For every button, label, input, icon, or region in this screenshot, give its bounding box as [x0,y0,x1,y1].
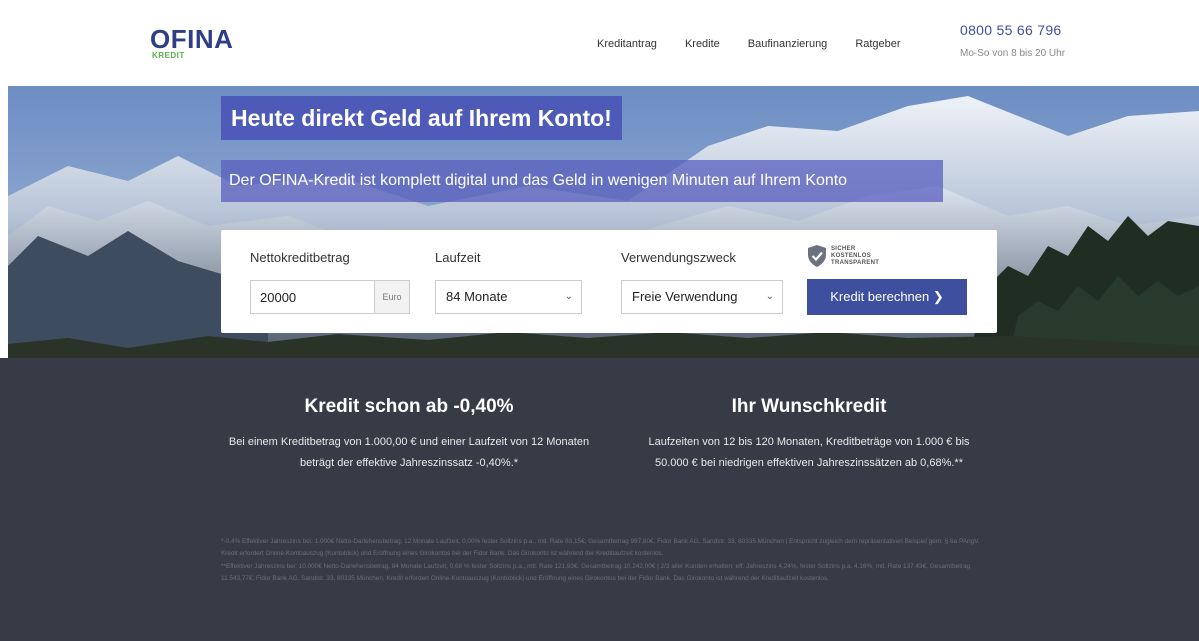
amount-input[interactable] [251,281,375,313]
logo-wordmark: OFINA [150,24,234,54]
shield-check-icon [808,245,826,267]
hero-headline: Heute direkt Geld auf Ihrem Konto! [221,96,622,140]
chevron-down-icon: ⌄ [564,291,573,302]
amount-label: Nettokreditbetrag [250,250,350,265]
logo[interactable]: OFINA KREDIT [150,26,233,60]
trust-badge-text: SICHER KOSTENLOS TRANSPARENT [831,246,879,267]
info-left-text: Bei einem Kreditbetrag von 1.000,00 € un… [228,436,590,469]
site-header: OFINA KREDIT Kreditantrag Kredite Baufin… [0,0,1199,86]
purpose-label: Verwendungszweck [621,250,736,265]
nav-item-baufinanzierung[interactable]: Baufinanzierung [748,38,828,50]
legal-fineprint: *-0,4% Effektiver Jahreszins bei: 1.000€… [221,536,997,586]
trust-badge: SICHER KOSTENLOS TRANSPARENT [807,244,879,268]
badge-line-transparent: TRANSPARENT [831,259,880,266]
amount-unit: Euro [374,281,409,313]
calculate-credit-button[interactable]: Kredit berechnen ❯ [807,279,967,315]
badge-line-kostenlos: KOSTENLOS [831,252,872,259]
fineprint-paragraph-1: *-0,4% Effektiver Jahreszins bei: 1.000€… [221,538,980,558]
amount-field: Euro [250,280,410,314]
purpose-selected-value: Freie Verwendung [632,289,738,304]
nav-item-ratgeber[interactable]: Ratgeber [855,38,900,50]
info-section [0,358,1199,641]
hero-subline: Der OFINA-Kredit ist komplett digital un… [221,160,943,202]
loan-calculator-form: Nettokreditbetrag Laufzeit Verwendungszw… [221,230,997,333]
info-right-title: Ihr Wunschkredit [731,396,887,417]
main-nav: Kreditantrag Kredite Baufinanzierung Rat… [597,38,929,50]
nav-item-kreditantrag[interactable]: Kreditantrag [597,38,657,50]
contact-info: 0800 55 66 796 Mo-So von 8 bis 20 Uhr [960,22,1065,59]
opening-hours: Mo-So von 8 bis 20 Uhr [960,48,1066,59]
phone-link[interactable]: 0800 55 66 796 [960,22,1065,38]
term-selected-value: 84 Monate [446,289,508,304]
fineprint-paragraph-2: **Effektiver Jahreszins bei: 10.000€ Net… [221,562,971,583]
term-select[interactable]: 84 Monate ⌄ [435,280,582,314]
info-left-title: Kredit schon ab -0,40% [304,396,514,417]
term-label: Laufzeit [435,250,481,265]
info-right-text: Laufzeiten von 12 bis 120 Monaten, Kredi… [648,436,970,469]
nav-item-kredite[interactable]: Kredite [685,38,720,50]
badge-line-sicher: SICHER [831,245,856,252]
chevron-down-icon: ⌄ [765,291,774,302]
purpose-select[interactable]: Freie Verwendung ⌄ [621,280,783,314]
